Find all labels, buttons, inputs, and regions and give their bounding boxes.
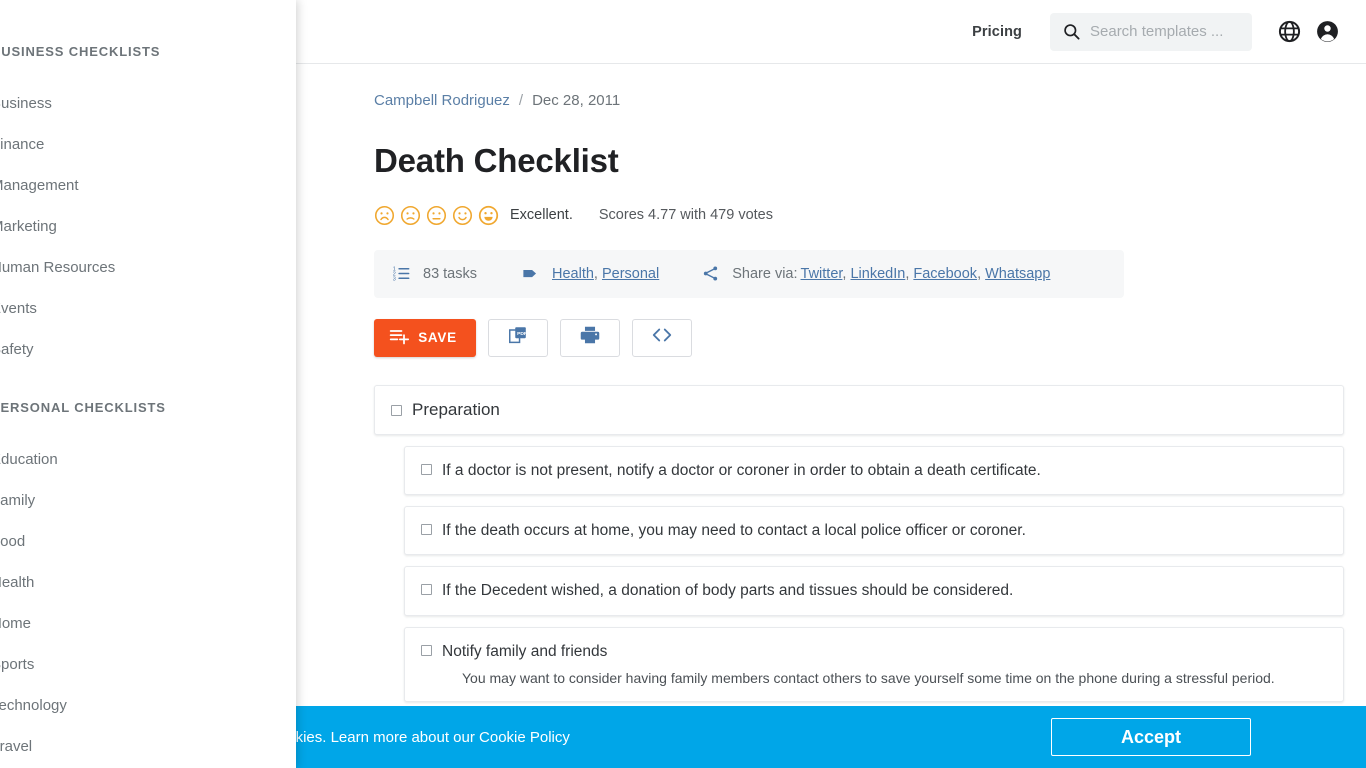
task-row[interactable]: Notify family and friends You may want t… (404, 626, 1344, 703)
task-body: If the Decedent wished, a donation of bo… (442, 579, 1327, 602)
task-checkbox[interactable] (421, 524, 432, 536)
code-brackets-icon (651, 324, 673, 351)
task-row[interactable]: If a doctor is not present, notify a doc… (404, 445, 1344, 496)
cookie-policy-link[interactable]: Cookie Policy (479, 729, 570, 746)
playlist-add-icon (389, 326, 410, 349)
main-content: Campbell Rodriguez / Dec 28, 2011 Death … (296, 64, 1366, 768)
task-body: Notify family and friends You may want t… (442, 640, 1327, 690)
tasks-info: 1 2 3 83 tasks (392, 264, 477, 283)
rating-score-text: Scores 4.77 with 479 votes (598, 207, 773, 224)
sidebar-item-family[interactable]: Family (0, 480, 296, 521)
sidebar-item-marketing[interactable]: Marketing (0, 206, 296, 247)
download-pdf-button[interactable]: PDF (488, 318, 548, 357)
share-link-twitter[interactable]: Twitter (801, 266, 843, 282)
action-buttons: SAVE PDF (374, 318, 1366, 357)
svg-text:PDF: PDF (517, 331, 527, 337)
task-checkbox[interactable] (421, 463, 432, 475)
language-globe-icon[interactable] (1272, 15, 1306, 49)
embed-code-button[interactable] (632, 318, 692, 357)
print-button[interactable] (560, 318, 620, 357)
sidebar-item-sports[interactable]: Sports (0, 644, 296, 685)
face-neutral-icon[interactable] (426, 205, 447, 226)
sidebar-item-home[interactable]: Home (0, 603, 296, 644)
task-row[interactable]: If the death occurs at home, you may nee… (404, 506, 1344, 556)
breadcrumb-author-link[interactable]: Campbell Rodriguez (374, 92, 510, 109)
sidebar-item-technology[interactable]: Technology (0, 685, 296, 726)
task-text: If the Decedent wished, a donation of bo… (442, 582, 1014, 600)
ordered-list-icon: 1 2 3 (392, 264, 411, 283)
info-bar: 1 2 3 83 tasks Health, Personal Share vi… (374, 249, 1124, 298)
share-info: Share via: Twitter, LinkedIn, Facebook, … (701, 264, 1050, 283)
sidebar-item-safety[interactable]: Safety (0, 329, 296, 370)
sidebar-item-management[interactable]: Management (0, 165, 296, 206)
face-sad-icon[interactable] (374, 205, 395, 226)
page-root: Pricing Search templates ... Campbell Ro… (0, 0, 1366, 768)
search-box[interactable] (1050, 12, 1252, 51)
face-frown-icon[interactable] (400, 205, 421, 226)
save-button[interactable]: SAVE (374, 318, 476, 357)
task-description: You may want to consider having family m… (462, 669, 1275, 686)
task-checkbox[interactable] (421, 584, 432, 596)
tag-link-personal[interactable]: Personal (602, 266, 659, 282)
tags-info: Health, Personal (521, 264, 659, 283)
sidebar-group-title-personal: PERSONAL CHECKLISTS (0, 400, 166, 415)
task-body: If a doctor is not present, notify a doc… (442, 459, 1327, 482)
breadcrumb-date: Dec 28, 2011 (532, 92, 621, 109)
task-text: If a doctor is not present, notify a doc… (442, 461, 1041, 479)
rating-label: Excellent. (510, 207, 573, 224)
svg-text:3: 3 (393, 277, 396, 283)
search-input[interactable] (1090, 23, 1242, 40)
sidebar-item-human-resources[interactable]: Human Resources (0, 247, 296, 288)
rating-row: Excellent. Scores 4.77 with 479 votes (374, 205, 1366, 226)
breadcrumb-separator: / (518, 92, 524, 109)
task-row[interactable]: If the Decedent wished, a donation of bo… (404, 566, 1344, 616)
tag-links: Health, Personal (552, 266, 659, 282)
sidebar-item-food[interactable]: Food (0, 521, 296, 562)
accept-cookies-button[interactable]: Accept (1051, 718, 1251, 756)
share-comma-3: , (977, 265, 986, 282)
header-right-cluster: Pricing (972, 12, 1366, 51)
task-body: If the death occurs at home, you may nee… (442, 519, 1327, 542)
share-prefix-label: Share via: (732, 265, 798, 282)
tag-icon (521, 264, 540, 283)
category-sidebar-panel: BUSINESS CHECKLISTS Business Finance Man… (0, 0, 296, 768)
sidebar-item-finance[interactable]: Finance (0, 124, 296, 165)
face-smile-icon[interactable] (452, 205, 473, 226)
tag-comma: , (593, 265, 602, 282)
breadcrumb: Campbell Rodriguez / Dec 28, 2011 (374, 92, 1366, 109)
page-title: Death Checklist (374, 142, 619, 179)
share-icon (701, 264, 720, 283)
share-link-whatsapp[interactable]: Whatsapp (985, 266, 1050, 282)
rating-faces[interactable] (374, 205, 499, 226)
section-title: Preparation (412, 399, 500, 419)
pdf-file-icon: PDF (507, 324, 529, 351)
sidebar-item-business[interactable]: Business (0, 83, 296, 124)
task-text: Notify family and friends (442, 642, 608, 660)
save-button-label: SAVE (418, 330, 457, 346)
sidebar-item-health[interactable]: Health (0, 562, 296, 603)
section-checkbox[interactable] (391, 405, 402, 417)
share-links: Twitter, LinkedIn, Facebook, Whatsapp (801, 266, 1051, 282)
sidebar-item-travel[interactable]: Travel (0, 726, 296, 767)
checklist-section-header[interactable]: Preparation (374, 384, 1344, 435)
account-circle-icon[interactable] (1310, 15, 1344, 49)
share-link-linkedin[interactable]: LinkedIn (850, 266, 905, 282)
sidebar-item-events[interactable]: Events (0, 288, 296, 329)
task-checkbox[interactable] (421, 644, 432, 656)
sidebar-item-education[interactable]: Education (0, 439, 296, 480)
sidebar-group-title-business: BUSINESS CHECKLISTS (0, 44, 161, 59)
printer-icon (579, 324, 601, 351)
pricing-link[interactable]: Pricing (972, 24, 1022, 40)
task-text: If the death occurs at home, you may nee… (442, 522, 1026, 540)
share-link-facebook[interactable]: Facebook (913, 266, 977, 282)
tag-link-health[interactable]: Health (552, 266, 594, 282)
face-happy-icon[interactable] (478, 205, 499, 226)
tasks-count-label: 83 tasks (423, 265, 477, 282)
search-icon (1062, 22, 1081, 41)
sidebar-inner: BUSINESS CHECKLISTS Business Finance Man… (0, 0, 296, 767)
